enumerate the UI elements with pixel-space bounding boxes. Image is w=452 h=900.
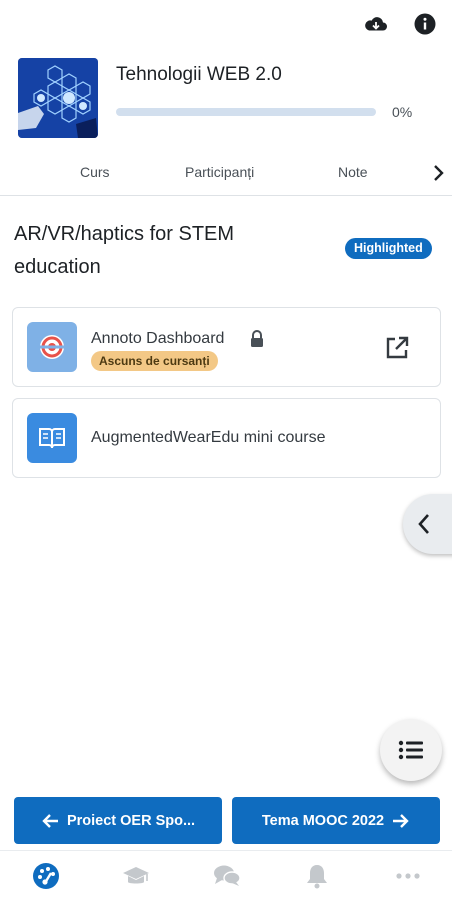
arrow-left-icon — [42, 813, 58, 828]
course-header: Tehnologii WEB 2.0 0% — [18, 56, 438, 140]
graduation-cap-icon[interactable] — [121, 863, 151, 889]
module-card-annoto[interactable]: Annoto Dashboard Ascuns de cursanți — [12, 307, 441, 387]
top-bar — [0, 0, 452, 48]
course-image — [18, 58, 98, 138]
chevron-left-icon — [418, 514, 429, 534]
tab-curs[interactable]: Curs — [80, 164, 110, 180]
annoto-icon — [27, 322, 77, 372]
hidden-from-students-badge: Ascuns de cursanți — [91, 351, 218, 371]
module-name: Annoto Dashboard — [91, 330, 225, 347]
arrow-right-icon — [393, 813, 409, 828]
tab-note[interactable]: Note — [338, 164, 368, 180]
previous-section-button[interactable]: Proiect OER Spo... — [14, 797, 222, 844]
cloud-download-icon[interactable] — [364, 12, 388, 36]
course-tabs: Curs Participanți Note — [0, 150, 452, 196]
previous-section-label: Proiect OER Spo... — [66, 812, 196, 829]
external-link-icon[interactable] — [383, 334, 411, 362]
list-icon — [398, 740, 423, 760]
info-icon[interactable] — [413, 12, 437, 36]
section-title: AR/VR/haptics for STEM education — [14, 223, 235, 278]
course-title: Tehnologii WEB 2.0 — [116, 64, 282, 85]
progress-bar — [116, 108, 376, 116]
next-section-label: Tema MOOC 2022 — [261, 812, 385, 829]
bell-icon[interactable] — [302, 863, 332, 889]
module-card-mini-course[interactable]: AugmentedWearEdu mini course — [12, 398, 441, 478]
tab-participanti[interactable]: Participanți — [185, 164, 254, 180]
highlighted-badge: Highlighted — [345, 238, 432, 259]
chevron-right-icon[interactable] — [428, 162, 448, 184]
more-icon[interactable] — [393, 863, 423, 889]
chat-icon[interactable] — [212, 863, 242, 889]
lock-icon — [249, 330, 265, 348]
book-icon — [27, 413, 77, 463]
course-index-drawer-toggle[interactable] — [403, 494, 452, 554]
dashboard-icon[interactable] — [31, 863, 61, 889]
module-name: AugmentedWearEdu mini course — [91, 429, 326, 446]
progress-label: 0% — [392, 104, 413, 120]
bottom-tab-bar — [0, 850, 452, 900]
course-index-button[interactable] — [380, 719, 442, 781]
next-section-button[interactable]: Tema MOOC 2022 — [232, 797, 440, 844]
